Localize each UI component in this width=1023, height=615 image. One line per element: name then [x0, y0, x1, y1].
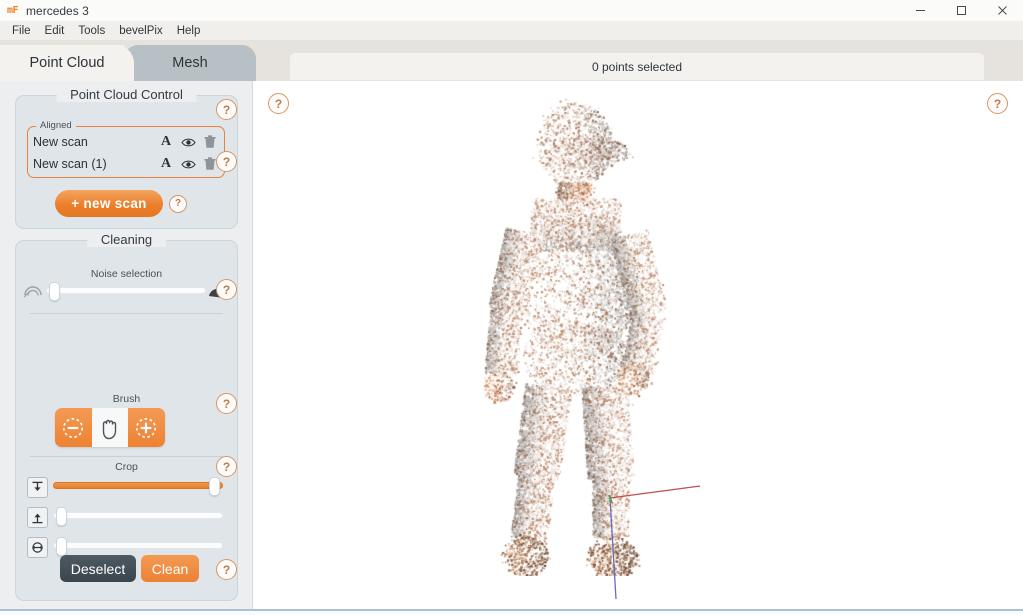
status-banner: 0 points selected [290, 53, 984, 80]
deselect-button[interactable]: Deselect [60, 555, 136, 582]
axis-gizmo [608, 485, 701, 600]
divider [30, 456, 223, 457]
noise-selection-slider[interactable] [46, 287, 206, 294]
point-cloud-control-panel: Point Cloud Control Aligned New scan A N… [15, 87, 238, 229]
crop-label: Crop [115, 461, 138, 473]
menu-item-edit[interactable]: Edit [38, 23, 72, 39]
trash-icon[interactable] [199, 132, 221, 152]
scan-name: New scan [33, 135, 88, 149]
brush-subtract-button[interactable] [55, 408, 92, 447]
circle-horizontal-arrows-icon [27, 537, 48, 558]
maximize-button[interactable] [941, 0, 982, 21]
help-icon-crop[interactable]: ? [216, 456, 237, 477]
arrow-down-to-line-icon [27, 477, 48, 498]
help-icon-clean-actions[interactable]: ? [216, 559, 237, 580]
scan-name: New scan (1) [33, 157, 107, 171]
new-scan-button[interactable]: + new scan [55, 190, 163, 217]
brush-add-button[interactable] [128, 408, 165, 447]
help-icon-viewport-left[interactable]: ? [268, 93, 289, 114]
noise-selection-label: Noise selection [90, 268, 163, 280]
scan-row[interactable]: New scan A [33, 131, 221, 153]
help-icon-noise-selection[interactable]: ? [216, 279, 237, 300]
app-logo-icon: mF [7, 4, 19, 16]
sidebar: Point Cloud Control Aligned New scan A N… [0, 81, 253, 609]
brush-pan-button[interactable] [91, 408, 129, 447]
arrow-up-from-line-icon [27, 507, 48, 528]
menu-item-help[interactable]: Help [170, 23, 208, 39]
cleaning-title: Cleaning [86, 232, 167, 247]
x-axis-line [609, 485, 701, 499]
crop-bottom-slider[interactable] [53, 512, 223, 519]
window-title: mercedes 3 [26, 3, 89, 18]
help-icon-new-scan[interactable]: ? [169, 195, 187, 213]
z-axis-line [609, 497, 617, 600]
scan-row[interactable]: New scan (1) A [33, 153, 221, 175]
help-icon-brush[interactable]: ? [216, 393, 237, 414]
menu-item-file[interactable]: File [5, 23, 38, 39]
menu-bar: File Edit Tools bevelPix Help [0, 21, 1023, 40]
y-axis-line [608, 494, 613, 504]
point-cloud-control-title: Point Cloud Control [56, 87, 197, 102]
3d-viewport[interactable]: ? ? [254, 81, 1023, 609]
close-button[interactable] [982, 0, 1023, 21]
noise-selection-handle[interactable] [49, 282, 61, 301]
aligned-scan-group: Aligned New scan A New scan (1) A [27, 120, 225, 178]
crop-top-slider[interactable] [53, 482, 223, 489]
help-icon-point-cloud-control[interactable]: ? [216, 99, 237, 120]
align-icon[interactable]: A [155, 154, 177, 174]
clean-button[interactable]: Clean [141, 555, 199, 582]
brush-mode-group [55, 408, 165, 447]
window-controls [900, 0, 1023, 21]
align-icon[interactable]: A [155, 132, 177, 152]
menu-item-tools[interactable]: Tools [71, 23, 112, 39]
crop-bottom-handle[interactable] [56, 507, 68, 526]
tab-point-cloud[interactable]: Point Cloud [0, 45, 134, 81]
cleaning-panel: Cleaning Noise selection Brush Crop Dese… [15, 232, 238, 601]
noise-low-icon [22, 282, 44, 300]
application-window: mF mercedes 3 File Edit Tools bevelPix H… [0, 0, 1023, 615]
crop-radial-slider[interactable] [53, 542, 223, 549]
brush-label: Brush [112, 393, 141, 405]
crop-radial-handle[interactable] [56, 537, 68, 556]
divider [30, 313, 223, 314]
title-bar: mF mercedes 3 [0, 0, 1023, 21]
crop-top-handle[interactable] [209, 477, 221, 496]
aligned-group-label: Aligned [36, 120, 76, 131]
menu-item-bevelpix[interactable]: bevelPix [112, 23, 169, 39]
tab-mesh[interactable]: Mesh [124, 45, 256, 81]
minimize-button[interactable] [900, 0, 941, 21]
help-icon-viewport-right[interactable]: ? [987, 93, 1008, 114]
eye-icon[interactable] [177, 132, 199, 152]
help-icon-aligned-scans[interactable]: ? [216, 151, 237, 172]
eye-icon[interactable] [177, 154, 199, 174]
window-bottom-border [0, 609, 1023, 615]
